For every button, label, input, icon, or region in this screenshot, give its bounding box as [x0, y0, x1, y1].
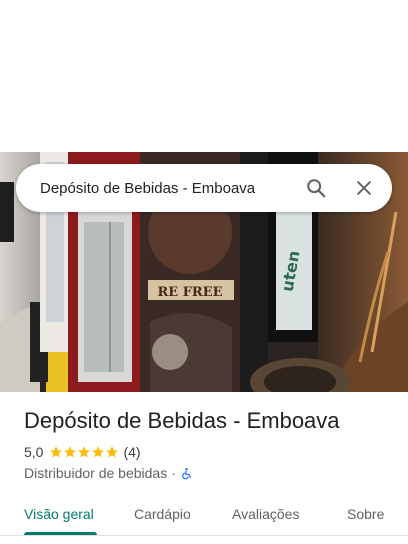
star-icon	[78, 446, 91, 458]
place-category[interactable]: Distribuidor de bebidas	[24, 465, 167, 481]
category-row: Distribuidor de bebidas ·	[24, 465, 193, 481]
star-icon	[64, 446, 77, 458]
rating-row[interactable]: 5,0 (4)	[24, 444, 141, 460]
review-count[interactable]: (4)	[123, 444, 140, 460]
search-icon	[307, 179, 326, 198]
search-button[interactable]	[292, 164, 340, 212]
search-input[interactable]: Depósito de Bebidas - Emboava	[16, 180, 292, 197]
tab-reviews[interactable]: Avaliações	[232, 494, 299, 534]
tab-menu[interactable]: Cardápio	[134, 494, 191, 534]
active-tab-indicator	[24, 532, 97, 535]
category-separator: ·	[171, 465, 176, 481]
search-bar[interactable]: Depósito de Bebidas - Emboava	[16, 164, 392, 212]
star-icon	[106, 446, 119, 458]
tab-about[interactable]: Sobre	[347, 494, 384, 534]
rating-stars	[49, 445, 119, 459]
place-title: Depósito de Bebidas - Emboava	[24, 408, 340, 433]
rating-value: 5,0	[24, 444, 44, 460]
tab-bar: Visão geral Cardápio Avaliações Sobre	[0, 494, 408, 536]
tab-overview[interactable]: Visão geral	[24, 494, 94, 534]
star-icon	[50, 446, 63, 458]
wheelchair-icon	[182, 467, 191, 479]
close-button[interactable]	[340, 164, 388, 212]
close-icon	[357, 181, 371, 195]
star-icon	[92, 446, 105, 458]
poster-sign-text: RE FREE	[157, 285, 222, 300]
place-page: RE FREE uten Depósito de Bebidas - Emboa…	[0, 0, 408, 544]
